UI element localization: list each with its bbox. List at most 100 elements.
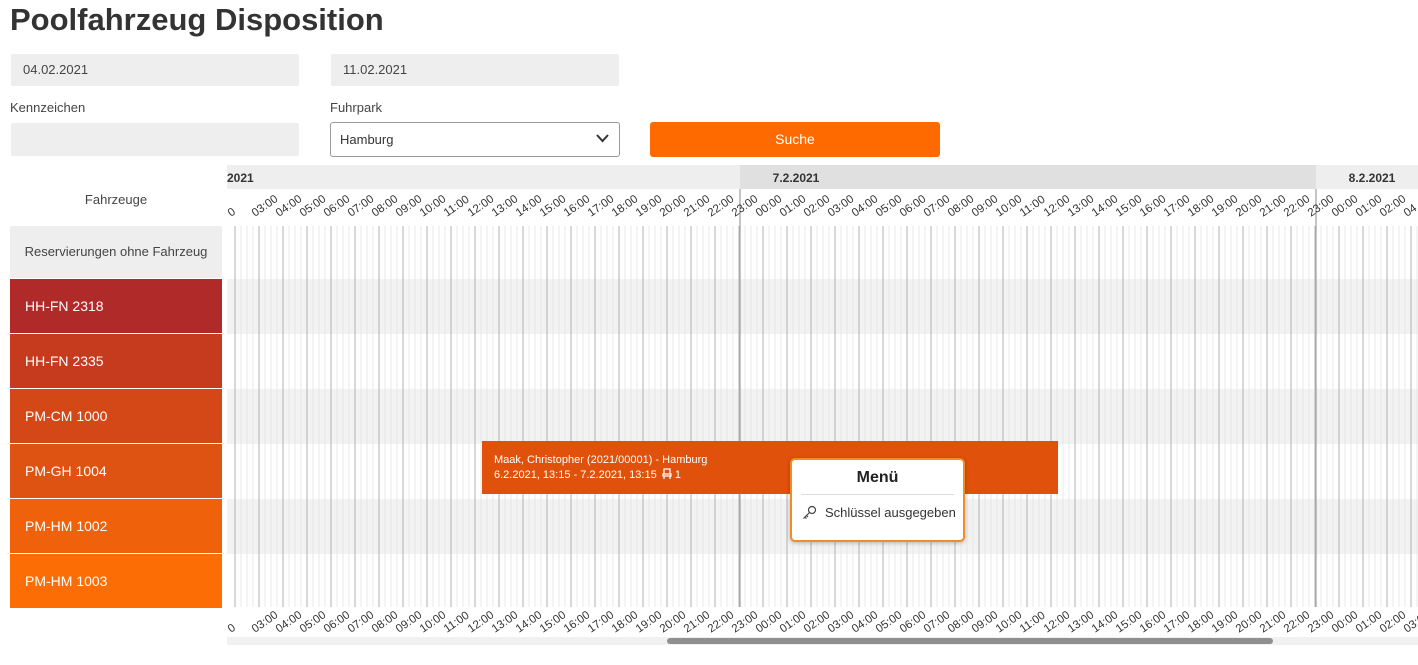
vehicles-column-header: Fahrzeuge <box>84 192 148 207</box>
day-label: 2021 <box>227 171 254 185</box>
hour-label: 18:00 <box>1186 609 1216 635</box>
vehicle-row-pm-hm-1003[interactable]: PM-HM 1003 <box>10 554 222 608</box>
hour-label: 16:00 <box>562 609 592 635</box>
booking-title: Maak, Christopher (2021/00001) - Hamburg <box>494 454 708 466</box>
kennzeichen-input[interactable] <box>11 123 299 156</box>
hour-label: 16:00 <box>562 193 592 219</box>
day-header-cell <box>740 165 1316 189</box>
booking-bar[interactable]: Maak, Christopher (2021/00001) - Hamburg… <box>482 441 1058 494</box>
hour-label: 19:00 <box>634 609 664 635</box>
hour-label: 18:00 <box>610 193 640 219</box>
day-header-cell <box>227 165 740 189</box>
hour-label: 00:00 <box>1330 193 1360 219</box>
grid-row <box>227 389 1418 444</box>
hour-label: 04:00 <box>850 193 880 219</box>
hour-label: 13:00 <box>1066 609 1096 635</box>
hour-label: 18:00 <box>1186 193 1216 219</box>
context-menu: Menü Schlüssel ausgegeben <box>790 458 965 542</box>
hour-label: 15:00 <box>538 609 568 635</box>
menu-item-key-issued[interactable]: Schlüssel ausgegeben <box>792 505 963 520</box>
fuhrpark-select-value: Hamburg <box>340 132 394 147</box>
hour-label: 22:00 <box>1282 609 1312 635</box>
hour-label: 05:00 <box>874 193 904 219</box>
hour-label: 20:00 <box>1234 193 1264 219</box>
hour-label: 15:00 <box>1114 609 1144 635</box>
hour-label: 16:00 <box>1138 193 1168 219</box>
booking-period: 6.2.2021, 13:15 - 7.2.2021, 13:15 <box>494 469 657 481</box>
menu-item-label: Schlüssel ausgegeben <box>825 505 956 520</box>
seat-icon <box>662 468 672 479</box>
fuhrpark-label: Fuhrpark <box>330 100 383 115</box>
hour-label: 05:00 <box>298 609 328 635</box>
context-menu-divider <box>801 494 954 495</box>
hour-label: 06:00 <box>322 609 352 635</box>
hour-label: 15:00 <box>1114 193 1144 219</box>
hour-label: 07:00 <box>346 193 376 219</box>
hour-label: 22:00 <box>706 193 736 219</box>
hour-label: 03:00 <box>250 193 280 219</box>
hour-label: 01:00 <box>778 609 808 635</box>
hour-label: 14:00 <box>514 193 544 219</box>
hour-label: 09:00 <box>394 609 424 635</box>
hour-label: 11:00 <box>442 194 472 220</box>
hour-label: 09:00 <box>970 193 1000 219</box>
search-button[interactable]: Suche <box>650 122 940 157</box>
scrollbar-thumb[interactable] <box>667 638 1273 644</box>
hour-label: 00:00 <box>754 193 784 219</box>
hour-label: 22:00 <box>1282 193 1312 219</box>
hour-label: 23:00 <box>730 193 760 219</box>
page-title: Poolfahrzeug Disposition <box>10 2 384 37</box>
date-to-input[interactable]: 11.02.2021 <box>331 54 619 86</box>
hour-label: 02:00 <box>802 193 832 219</box>
hour-label: 16:00 <box>1138 609 1168 635</box>
hour-label: 02:00 <box>1378 193 1408 219</box>
hour-label: 08:00 <box>370 193 400 219</box>
hour-label: 12:00 <box>466 609 496 635</box>
hour-label: 23:00 <box>1306 609 1336 635</box>
hour-label: 11:00 <box>1018 194 1048 220</box>
hour-label: 02:00 <box>802 609 832 635</box>
chevron-down-icon <box>596 134 609 143</box>
hour-label: 07:00 <box>346 609 376 635</box>
hour-label: 10:00 <box>994 609 1024 635</box>
vehicle-row-hh-fn-2335[interactable]: HH-FN 2335 <box>10 334 222 388</box>
hour-label: 21:00 <box>682 193 712 219</box>
hour-label: 23:00 <box>730 609 760 635</box>
hour-label: 23:00 <box>1306 193 1336 219</box>
hour-label: 12:00 <box>466 193 496 219</box>
hour-label: 03:00 <box>826 609 856 635</box>
hour-label: 20:00 <box>658 193 688 219</box>
hour-label: 0 <box>227 206 238 220</box>
vehicle-row-pm-cm-1000[interactable]: PM-CM 1000 <box>10 389 222 443</box>
date-from-input[interactable]: 04.02.2021 <box>11 54 299 86</box>
hour-label: 21:00 <box>1258 193 1288 219</box>
grid-row <box>227 226 1418 281</box>
vehicle-row-pm-hm-1002[interactable]: PM-HM 1002 <box>10 499 222 553</box>
hour-label: 19:00 <box>1210 609 1240 635</box>
hour-label: 13:00 <box>490 193 520 219</box>
unassigned-reservations-row: Reservierungen ohne Fahrzeug <box>10 226 222 278</box>
hour-label: 05:00 <box>874 609 904 635</box>
hour-label: 07:00 <box>922 193 952 219</box>
vehicle-row-pm-gh-1004[interactable]: PM-GH 1004 <box>10 444 222 498</box>
hour-label: 12:00 <box>1042 193 1072 219</box>
hour-label: 14:00 <box>1090 609 1120 635</box>
hour-label: 12:00 <box>1042 609 1072 635</box>
day-label: 8.2.2021 <box>1349 171 1396 185</box>
hour-label: 13:00 <box>1066 193 1096 219</box>
day-label: 7.2.2021 <box>773 171 820 185</box>
hour-label: 19:00 <box>634 193 664 219</box>
hour-label: 01:00 <box>778 193 808 219</box>
hour-label: 08:00 <box>946 193 976 219</box>
hour-label: 11:00 <box>442 610 472 636</box>
key-icon <box>803 505 817 519</box>
hour-label: 08:00 <box>370 609 400 635</box>
hour-label: 06:00 <box>322 193 352 219</box>
hour-label: 10:00 <box>994 193 1024 219</box>
hour-label: 21:00 <box>1258 609 1288 635</box>
vehicle-row-hh-fn-2318[interactable]: HH-FN 2318 <box>10 279 222 333</box>
hour-label: 17:00 <box>586 609 616 635</box>
fuhrpark-select[interactable]: Hamburg <box>330 122 620 157</box>
hour-label: 14:00 <box>514 609 544 635</box>
hour-label: 0 <box>227 622 238 636</box>
